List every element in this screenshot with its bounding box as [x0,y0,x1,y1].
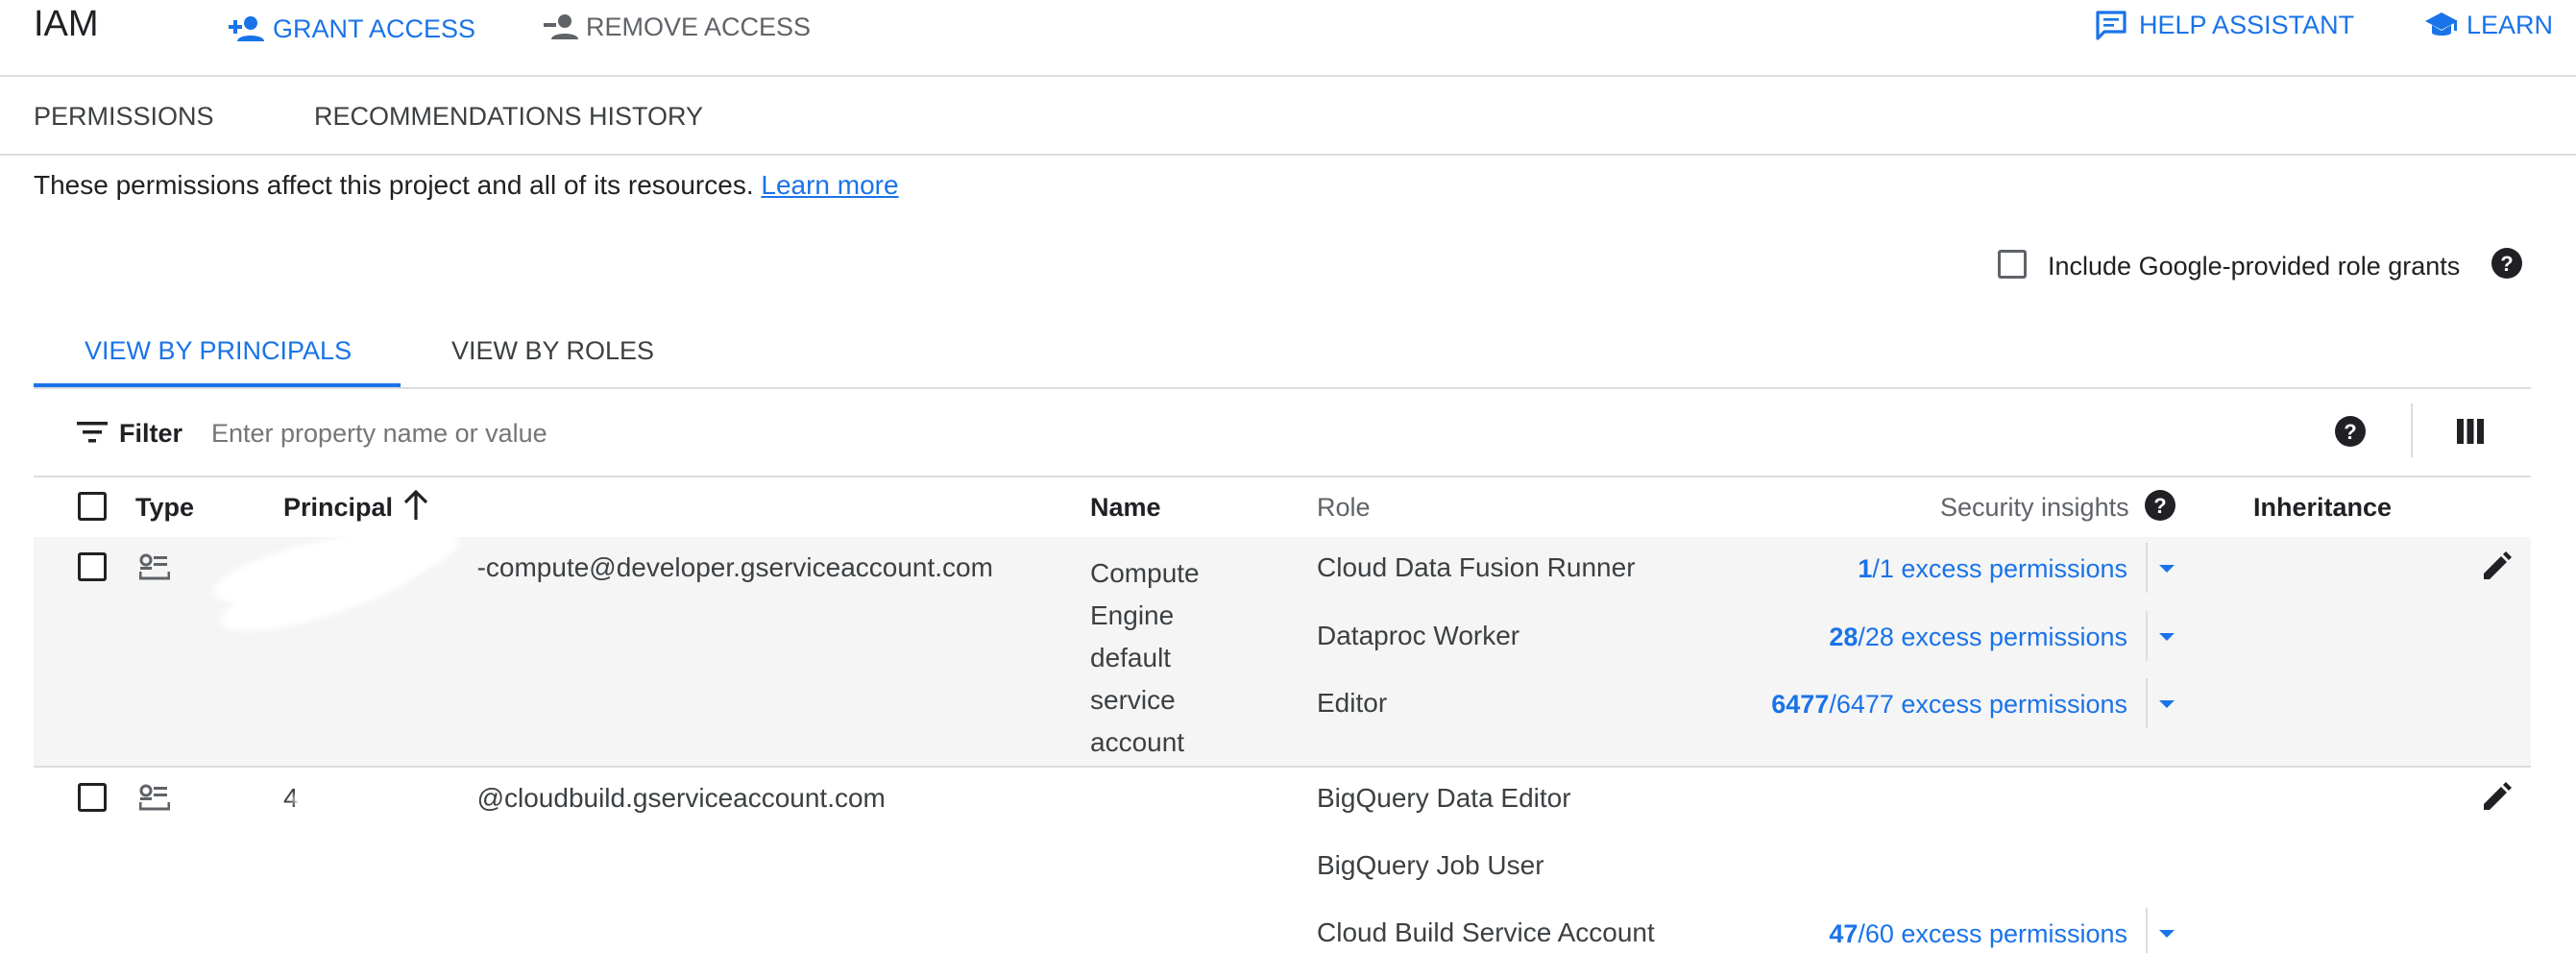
dropdown-arrow-icon[interactable] [2159,700,2175,708]
name-line: Compute [1090,558,1200,588]
remove-access-button[interactable]: REMOVE ACCESS [544,10,811,44]
edit-icon[interactable] [2482,550,2513,581]
filter-input[interactable] [209,413,1078,453]
dropdown-divider [2146,543,2148,593]
tab-view-by-roles[interactable]: VIEW BY ROLES [451,336,654,366]
dropdown-divider [2146,678,2148,728]
table-help-icon[interactable]: ? [2334,415,2367,448]
principal-suffix: -compute@developer.gserviceaccount.com [476,552,993,582]
name-line: default [1090,643,1172,672]
column-header-inheritance: Inheritance [2253,493,2393,522]
service-account-icon [139,784,170,811]
dropdown-arrow-icon[interactable] [2159,930,2175,938]
learn-more-link[interactable]: Learn more [761,170,898,200]
excess-permissions-link[interactable]: 1/1 excess permissions [1858,554,2127,584]
page-title: IAM [34,4,99,44]
role-name: Editor [1317,688,1388,718]
remove-access-label: REMOVE ACCESS [586,12,812,41]
principal-suffix: @cloudbuild.gserviceaccount.com [476,783,886,813]
excess-permissions-link[interactable]: 47/60 excess permissions [1829,919,2127,949]
person-remove-icon [544,14,578,39]
redaction-mark [293,783,466,816]
excess-permissions-link[interactable]: 6477/6477 excess permissions [1771,690,2127,720]
tab-recommendations-history[interactable]: RECOMMENDATIONS HISTORY [314,102,703,132]
school-icon [2425,12,2458,36]
learn-label: LEARN [2467,10,2554,39]
view-tabs-divider [34,387,2531,389]
filter-label: Filter [119,419,183,448]
select-all-checkbox[interactable] [78,492,107,521]
dropdown-divider [2146,611,2148,661]
edit-icon[interactable] [2482,781,2513,812]
column-header-principal[interactable]: Principal [283,493,393,523]
filter-bar-divider [2411,403,2413,457]
column-display-icon[interactable] [2456,419,2485,444]
principal-name: Compute Engine default service account [1090,552,1200,764]
info-text: These permissions affect this project an… [34,170,754,200]
security-insights-help-icon[interactable]: ? [2144,489,2176,522]
header-divider [0,75,2576,77]
grant-access-label: GRANT ACCESS [273,13,476,43]
tab-view-by-principals[interactable]: VIEW BY PRINCIPALS [85,336,352,366]
dropdown-arrow-icon[interactable] [2159,565,2175,573]
filter-icon [77,422,108,443]
arrow-upward-icon[interactable] [401,490,430,521]
row-checkbox[interactable] [78,552,107,581]
name-line: service [1090,685,1176,715]
name-line: Engine [1090,600,1175,630]
dropdown-arrow-icon[interactable] [2159,633,2175,641]
svg-text:?: ? [2500,252,2513,276]
grant-access-button[interactable]: GRANT ACCESS [229,12,475,46]
person-add-icon [229,16,264,41]
role-name: Cloud Build Service Account [1317,917,1655,947]
name-line: account [1090,727,1185,757]
service-account-icon [139,553,170,580]
row-checkbox[interactable] [78,783,107,812]
info-line: These permissions affect this project an… [34,170,899,201]
svg-text:?: ? [2344,420,2356,444]
chat-icon [2096,11,2126,40]
help-icon[interactable]: ? [2491,247,2523,280]
column-header-role: Role [1317,493,1371,522]
excess-permissions-link[interactable]: 28/28 excess permissions [1829,623,2127,652]
column-header-security-insights: Security insights [1940,493,2129,522]
column-header-type[interactable]: Type [135,493,194,523]
include-google-checkbox[interactable] [1998,250,2027,279]
help-assistant-button[interactable]: HELP ASSISTANT [2095,8,2354,42]
role-name: Dataproc Worker [1317,621,1520,650]
role-name: BigQuery Data Editor [1317,783,1571,813]
role-name: Cloud Data Fusion Runner [1317,552,1636,582]
include-google-label: Include Google-provided role grants [2048,252,2461,281]
learn-button[interactable]: LEARN [2424,8,2553,42]
tabs-divider [0,154,2576,156]
svg-text:?: ? [2153,494,2166,518]
help-assistant-label: HELP ASSISTANT [2139,10,2355,39]
column-header-name[interactable]: Name [1090,493,1161,523]
tab-permissions[interactable]: PERMISSIONS [34,102,214,132]
role-name: BigQuery Job User [1317,850,1544,880]
dropdown-divider [2146,908,2148,953]
